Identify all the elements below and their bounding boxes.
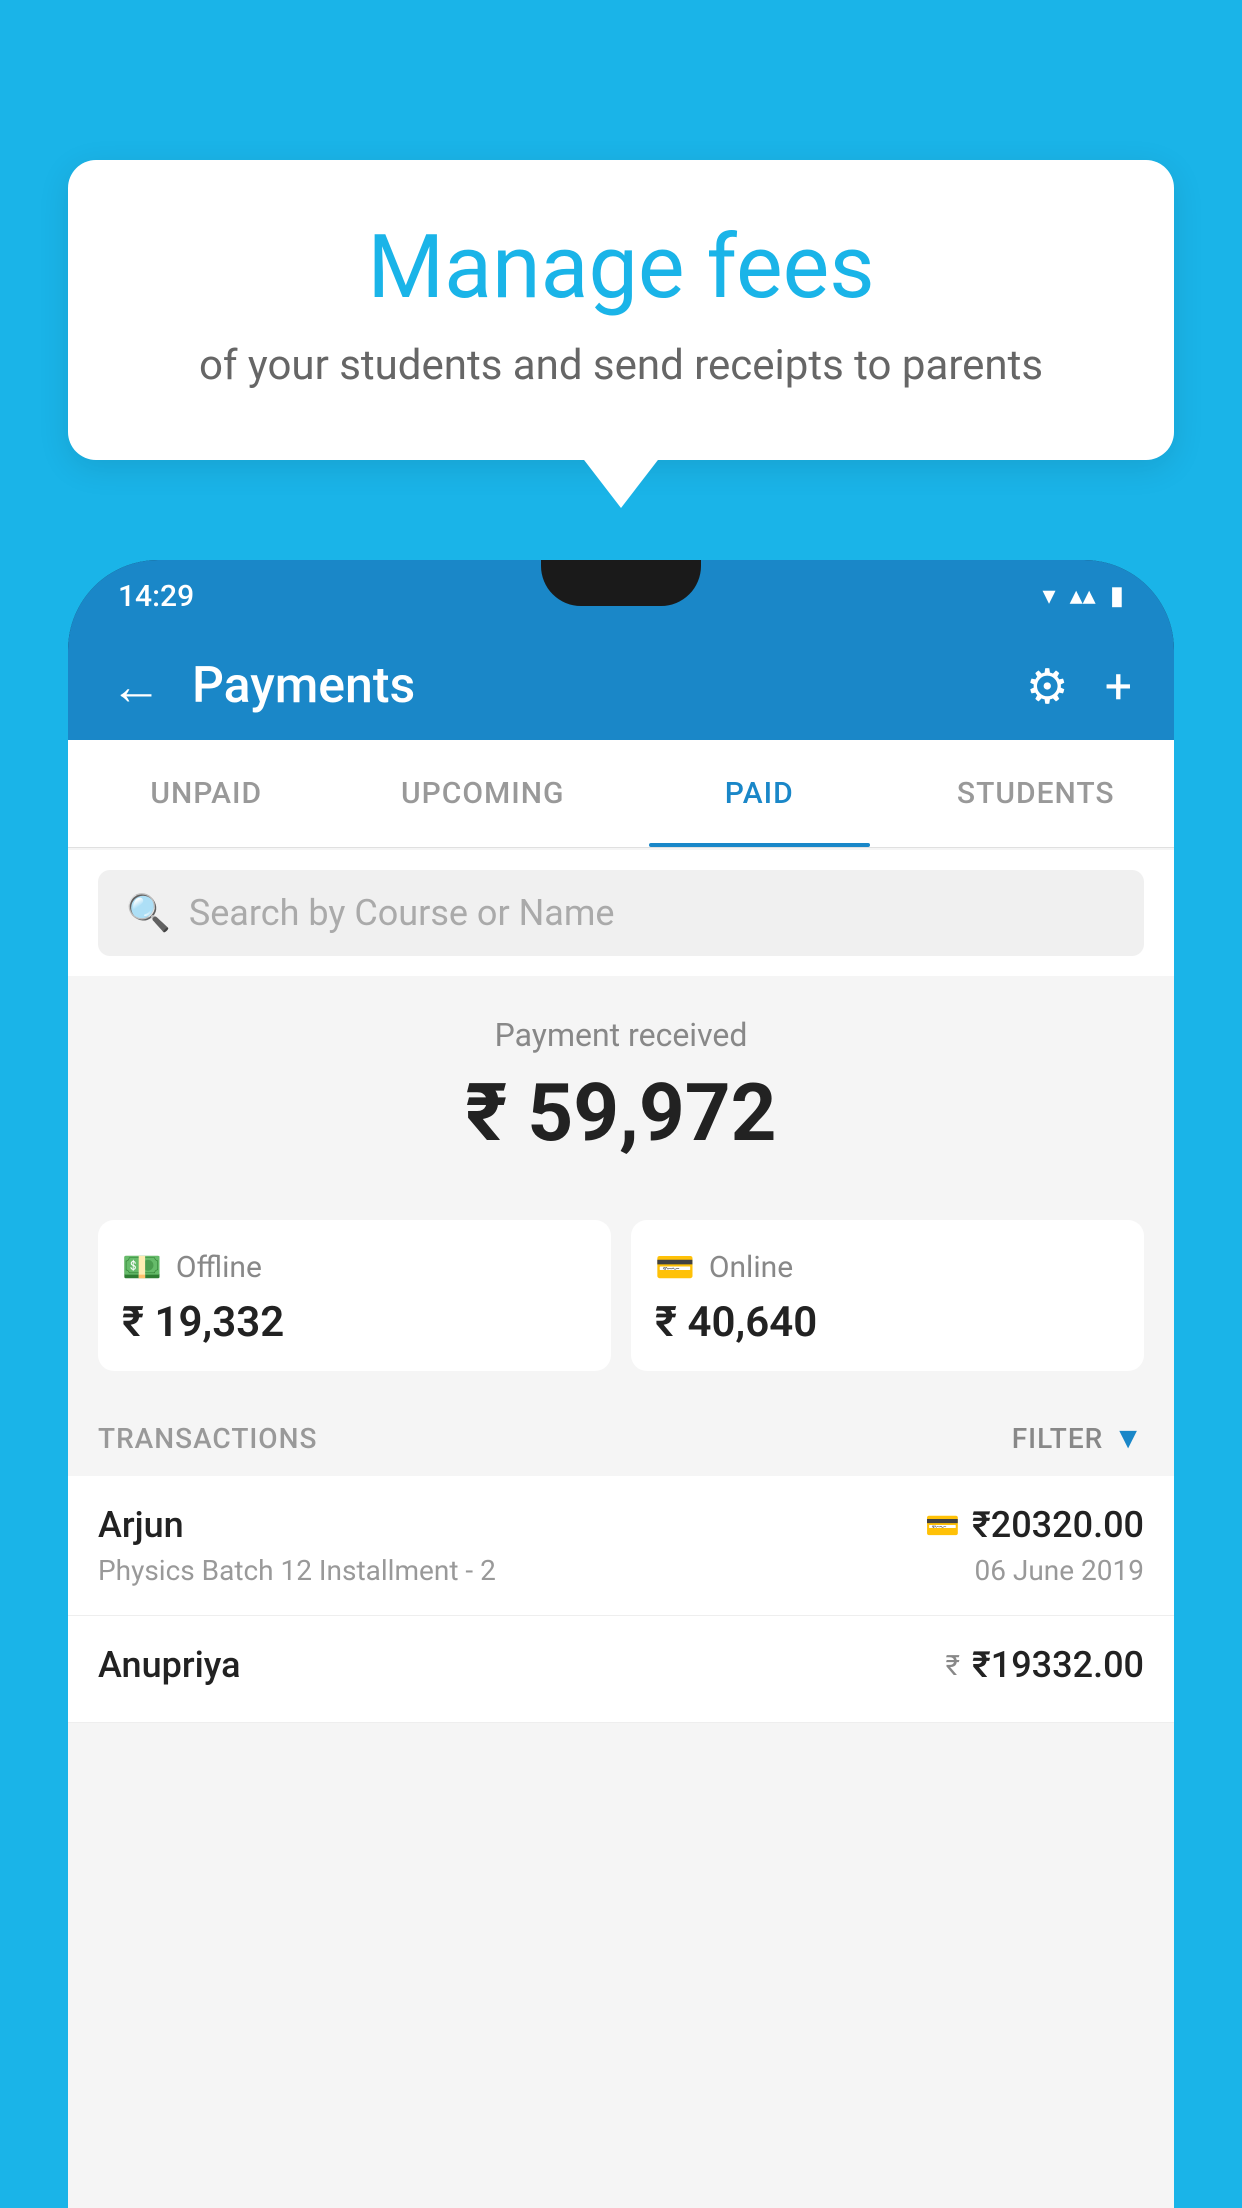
offline-card-header: 💵 Offline: [122, 1248, 587, 1286]
transaction-right: ₹ ₹19332.00: [945, 1644, 1144, 1694]
transaction-date: 06 June 2019: [925, 1554, 1144, 1587]
back-button[interactable]: ←: [110, 656, 162, 717]
speech-bubble-subtitle: of your students and send receipts to pa…: [118, 341, 1124, 390]
card-payment-icon: 💳: [925, 1509, 960, 1542]
settings-icon[interactable]: ⚙: [1026, 658, 1069, 715]
phone-notch: [541, 560, 701, 606]
offline-icon: 💵: [122, 1248, 162, 1286]
search-icon: 🔍: [126, 892, 171, 934]
search-input[interactable]: Search by Course or Name: [189, 892, 615, 934]
status-bar: 14:29 ▾ ▴▴ ▮: [68, 560, 1174, 632]
online-icon: 💳: [655, 1248, 695, 1286]
header-actions: ⚙ +: [1026, 658, 1132, 715]
filter-button[interactable]: FILTER ▼: [1012, 1421, 1144, 1456]
offline-card: 💵 Offline ₹ 19,332: [98, 1220, 611, 1371]
transaction-name: Anupriya: [98, 1644, 241, 1686]
transaction-left: Anupriya: [98, 1644, 241, 1694]
offline-amount: ₹ 19,332: [122, 1298, 587, 1347]
app-header: ← Payments ⚙ +: [68, 632, 1174, 740]
search-container: 🔍 Search by Course or Name: [68, 850, 1174, 976]
battery-icon: ▮: [1110, 581, 1124, 611]
online-card-header: 💳 Online: [655, 1248, 1120, 1286]
search-bar[interactable]: 🔍 Search by Course or Name: [98, 870, 1144, 956]
filter-label: FILTER: [1012, 1422, 1104, 1455]
signal-icon: ▴▴: [1070, 581, 1096, 611]
transaction-amount-row: 💳 ₹20320.00: [925, 1504, 1144, 1546]
tab-upcoming[interactable]: UPCOMING: [345, 740, 622, 847]
offline-label: Offline: [176, 1250, 262, 1285]
speech-bubble-card: Manage fees of your students and send re…: [68, 160, 1174, 460]
transaction-right: 💳 ₹20320.00 06 June 2019: [925, 1504, 1144, 1587]
cash-payment-icon: ₹: [945, 1649, 959, 1682]
tab-unpaid[interactable]: UNPAID: [68, 740, 345, 847]
table-row[interactable]: Anupriya ₹ ₹19332.00: [68, 1616, 1174, 1723]
phone-screen: UNPAID UPCOMING PAID STUDENTS 🔍 Search b…: [68, 740, 1174, 2208]
transaction-amount-row: ₹ ₹19332.00: [945, 1644, 1144, 1686]
tabs-bar: UNPAID UPCOMING PAID STUDENTS: [68, 740, 1174, 848]
transactions-label: TRANSACTIONS: [98, 1422, 317, 1455]
transaction-name: Arjun: [98, 1504, 496, 1546]
add-icon[interactable]: +: [1105, 658, 1132, 715]
transaction-list: Arjun Physics Batch 12 Installment - 2 💳…: [68, 1476, 1174, 1723]
transaction-amount: ₹20320.00: [972, 1504, 1144, 1546]
tab-students[interactable]: STUDENTS: [898, 740, 1175, 847]
wifi-icon: ▾: [1043, 581, 1056, 611]
status-icons: ▾ ▴▴ ▮: [1043, 581, 1124, 611]
filter-icon: ▼: [1113, 1421, 1144, 1456]
transactions-header: TRANSACTIONS FILTER ▼: [68, 1401, 1174, 1476]
payment-summary: Payment received ₹ 59,972: [68, 976, 1174, 1220]
speech-bubble-title: Manage fees: [118, 220, 1124, 317]
online-label: Online: [709, 1250, 793, 1285]
header-title: Payments: [192, 657, 996, 715]
payment-cards: 💵 Offline ₹ 19,332 💳 Online ₹ 40,640: [68, 1220, 1174, 1401]
transaction-amount: ₹19332.00: [972, 1644, 1144, 1686]
payment-total-amount: ₹ 59,972: [98, 1066, 1144, 1160]
transaction-detail: Physics Batch 12 Installment - 2: [98, 1554, 496, 1587]
online-card: 💳 Online ₹ 40,640: [631, 1220, 1144, 1371]
online-amount: ₹ 40,640: [655, 1298, 1120, 1347]
transaction-left: Arjun Physics Batch 12 Installment - 2: [98, 1504, 496, 1587]
phone-frame: 14:29 ▾ ▴▴ ▮ ← Payments ⚙ + UNPAID UPCOM…: [68, 560, 1174, 2208]
payment-received-label: Payment received: [98, 1016, 1144, 1054]
tab-paid[interactable]: PAID: [621, 740, 898, 847]
table-row[interactable]: Arjun Physics Batch 12 Installment - 2 💳…: [68, 1476, 1174, 1616]
status-time: 14:29: [118, 579, 194, 614]
